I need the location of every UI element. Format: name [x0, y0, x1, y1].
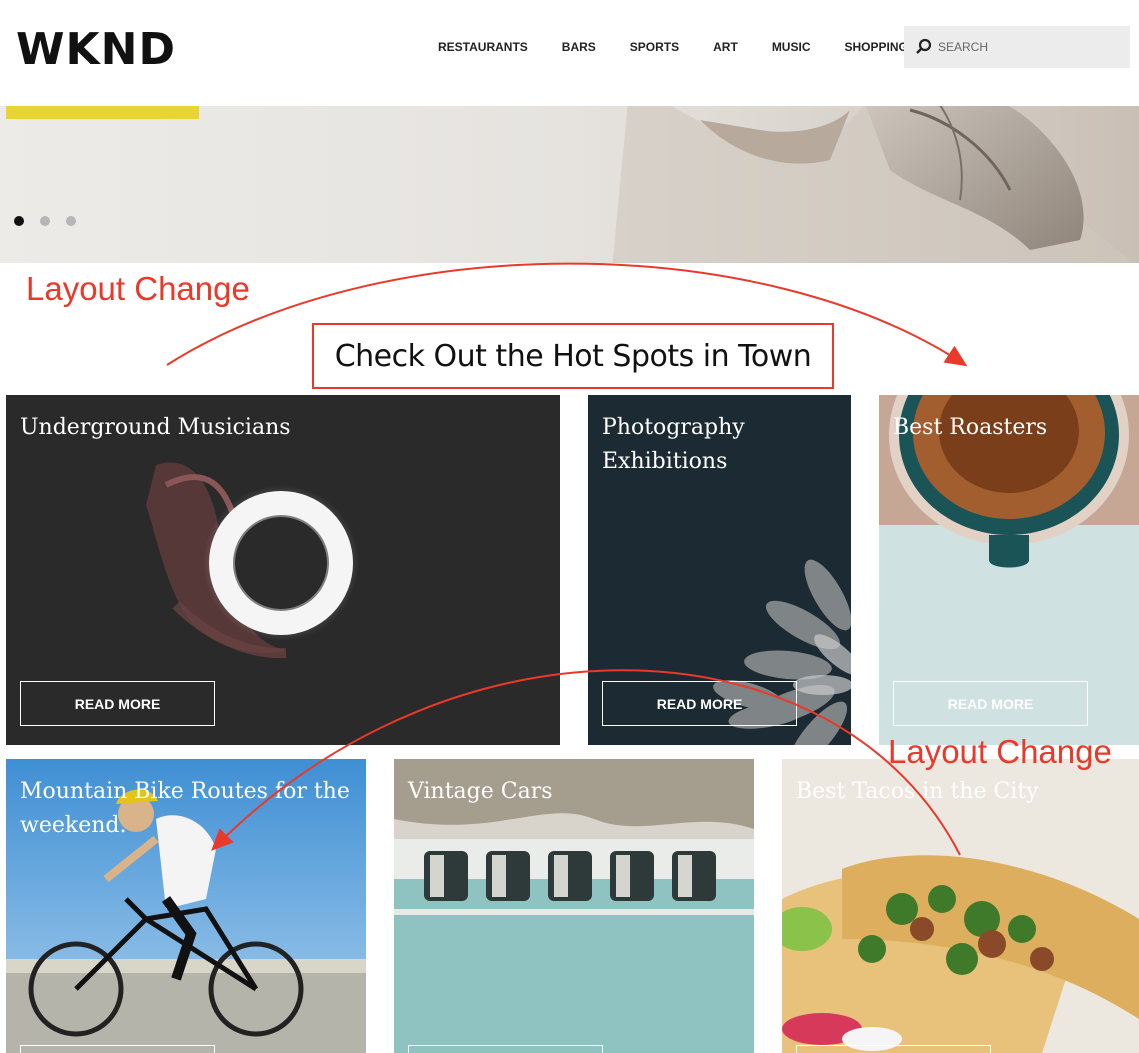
hero-cta-bar[interactable] [6, 106, 199, 119]
search-box[interactable] [904, 26, 1130, 68]
carousel-indicators [14, 216, 92, 226]
carousel-dot-2[interactable] [40, 216, 50, 226]
nav-art[interactable]: ART [713, 40, 738, 54]
site-logo[interactable]: WKND [16, 24, 176, 75]
site-header: WKND RESTAURANTS BARS SPORTS ART MUSIC S… [0, 0, 1139, 106]
nav-sports[interactable]: SPORTS [630, 40, 679, 54]
card-mountain-bike-routes[interactable]: Mountain Bike Routes for the weekend. [6, 759, 366, 1053]
read-more-button[interactable] [796, 1045, 991, 1053]
card-title: Mountain Bike Routes for the weekend. [20, 779, 350, 838]
carousel-dot-1[interactable] [14, 216, 24, 226]
read-more-button[interactable] [408, 1045, 603, 1053]
card-vintage-cars[interactable]: Vintage Cars [394, 759, 754, 1053]
card-best-roasters[interactable]: Best Roasters READ MORE [879, 395, 1139, 745]
main-nav: RESTAURANTS BARS SPORTS ART MUSIC SHOPPI… [438, 40, 908, 54]
card-photography-exhibitions[interactable]: Photography Exhibitions READ MORE [588, 395, 851, 745]
card-underground-musicians[interactable]: Underground Musicians READ MORE [6, 395, 560, 745]
carousel-dot-3[interactable] [66, 216, 76, 226]
annotation-label-right: Layout Change [888, 733, 1112, 770]
section-title-highlight: Check Out the Hot Spots in Town [312, 323, 834, 389]
card-title: Best Tacos in the City [796, 779, 1039, 804]
card-title: Underground Musicians [20, 415, 291, 440]
nav-shopping[interactable]: SHOPPING [844, 40, 907, 54]
card-best-tacos[interactable]: Best Tacos in the City [782, 759, 1139, 1053]
nav-bars[interactable]: BARS [562, 40, 596, 54]
read-more-button[interactable]: READ MORE [20, 681, 215, 726]
card-title: Vintage Cars [408, 779, 553, 804]
read-more-button[interactable]: READ MORE [602, 681, 797, 726]
search-input[interactable] [938, 40, 1118, 54]
read-more-button[interactable] [20, 1045, 215, 1053]
section-title: Check Out the Hot Spots in Town [334, 338, 812, 374]
read-more-button[interactable]: READ MORE [893, 681, 1088, 726]
nav-music[interactable]: MUSIC [772, 40, 811, 54]
annotation-label-top: Layout Change [26, 270, 250, 307]
card-title: Best Roasters [893, 415, 1048, 440]
search-icon [916, 38, 932, 54]
nav-restaurants[interactable]: RESTAURANTS [438, 40, 528, 54]
card-title: Photography Exhibitions [602, 415, 745, 474]
